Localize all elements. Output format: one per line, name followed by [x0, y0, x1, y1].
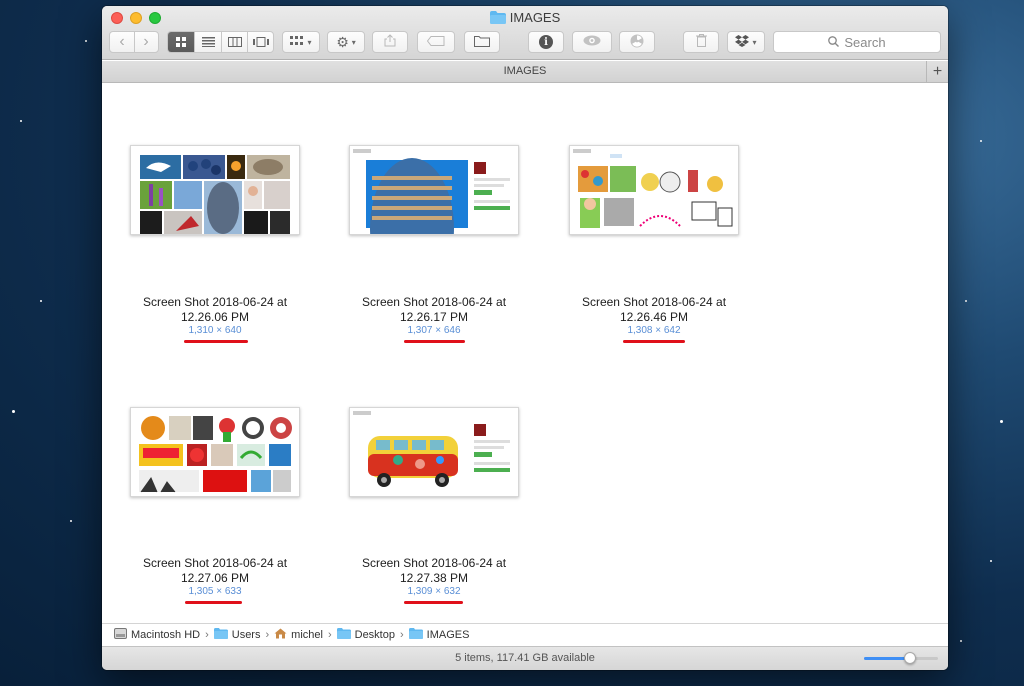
dropbox-icon: [735, 34, 750, 50]
image-dimensions: 1,308 × 642: [627, 325, 681, 336]
tab-bar: IMAGES: [102, 61, 948, 83]
titlebar: IMAGES ‹ › ▾ ⚙ ▾ i ▾ Search: [102, 6, 948, 60]
path-item-desktop[interactable]: Desktop: [336, 628, 395, 642]
annotation-underline: [623, 340, 685, 343]
path-item-michel[interactable]: michel: [274, 628, 323, 642]
folder-icon: [336, 628, 351, 642]
file-name: Screen Shot 2018-06-24 at 12.26.06 PM: [142, 295, 288, 324]
chevron-down-icon: ▾: [752, 37, 757, 47]
image-dimensions: 1,307 × 646: [407, 325, 461, 336]
file-name: Screen Shot 2018-06-24 at 12.27.06 PM: [142, 556, 288, 585]
folder-icon: [489, 11, 506, 27]
nav-segment: ‹ ›: [109, 31, 159, 53]
status-bar: 5 items, 117.41 GB available: [102, 646, 948, 670]
file-name: Screen Shot 2018-06-24 at 12.27.38 PM: [361, 556, 507, 585]
trash-button[interactable]: [683, 31, 719, 53]
file-name: Screen Shot 2018-06-24 at 12.26.46 PM: [581, 295, 727, 324]
path-item-images[interactable]: IMAGES: [408, 628, 469, 642]
hard-drive-icon: [114, 628, 127, 642]
file-name: Screen Shot 2018-06-24 at 12.26.17 PM: [361, 295, 507, 324]
tag-icon: [426, 35, 445, 49]
image-dimensions: 1,309 × 632: [407, 586, 461, 597]
share-icon: [384, 34, 396, 50]
annotation-underline: [404, 340, 465, 343]
image-dimensions: 1,305 × 633: [188, 586, 242, 597]
gear-icon: ⚙: [336, 33, 349, 50]
chevron-right-icon: ›: [205, 629, 209, 641]
radiation-button[interactable]: [619, 31, 655, 53]
search-field[interactable]: Search: [773, 31, 941, 53]
file-thumbnail[interactable]: [569, 145, 739, 235]
path-item-users[interactable]: Users: [213, 628, 260, 642]
search-icon: [828, 35, 840, 50]
window-title: IMAGES: [102, 10, 948, 27]
image-dimensions: 1,310 × 640: [188, 325, 242, 336]
finder-window: IMAGES ‹ › ▾ ⚙ ▾ i ▾ Search IMAGES + Scr…: [102, 6, 948, 670]
chevron-right-icon: ›: [265, 629, 270, 641]
info-button[interactable]: i: [528, 31, 564, 53]
view-mode-segment: [167, 31, 274, 53]
tab-images[interactable]: IMAGES: [504, 65, 547, 77]
radiation-icon: [630, 34, 644, 51]
new-folder-button[interactable]: [464, 31, 500, 53]
chevron-right-icon: ›: [327, 629, 332, 641]
icon-view-icon[interactable]: [168, 32, 195, 52]
action-button[interactable]: ⚙ ▾: [327, 31, 365, 53]
slider-fill: [864, 657, 910, 660]
new-folder-icon: [474, 35, 490, 50]
file-thumbnail[interactable]: [349, 407, 519, 497]
annotation-underline: [184, 340, 248, 343]
arrange-button[interactable]: ▾: [282, 31, 320, 53]
quicklook-icon: [583, 35, 601, 49]
icon-size-slider[interactable]: [864, 652, 938, 664]
info-icon: i: [539, 35, 553, 49]
annotation-underline: [404, 601, 463, 604]
arrange-icon: [290, 35, 304, 49]
back-icon[interactable]: ‹: [110, 33, 134, 51]
chevron-right-icon: ›: [399, 629, 404, 641]
cover-flow-icon[interactable]: [247, 32, 273, 52]
path-bar: Macintosh HD › Users › michel › Desktop …: [102, 623, 948, 646]
search-placeholder: Search: [844, 34, 886, 50]
dropbox-button[interactable]: ▾: [727, 31, 765, 53]
trash-icon: [695, 34, 707, 50]
window-title-text: IMAGES: [509, 10, 561, 25]
column-view-icon[interactable]: [220, 32, 248, 52]
slider-knob[interactable]: [903, 652, 916, 664]
path-item-macintosh-hd[interactable]: Macintosh HD: [114, 628, 200, 642]
chevron-down-icon: ▾: [307, 37, 312, 47]
quicklook-button[interactable]: [572, 31, 612, 53]
chevron-down-icon: ▾: [351, 37, 356, 47]
file-thumbnail[interactable]: [130, 145, 300, 235]
plus-icon: +: [932, 63, 943, 80]
list-view-icon[interactable]: [194, 32, 221, 52]
share-button[interactable]: [372, 31, 408, 53]
forward-icon[interactable]: ›: [134, 33, 158, 51]
file-thumbnail[interactable]: [349, 145, 519, 235]
home-icon: [274, 628, 287, 642]
annotation-underline: [185, 601, 242, 604]
file-thumbnail[interactable]: [130, 407, 300, 497]
folder-icon: [408, 628, 423, 642]
status-text: 5 items, 117.41 GB available: [455, 652, 595, 664]
new-tab-button[interactable]: +: [926, 61, 948, 83]
icon-grid: Screen Shot 2018-06-24 at 12.26.06 PM 1,…: [102, 84, 948, 622]
folder-icon: [213, 628, 228, 642]
tag-button[interactable]: [417, 31, 455, 53]
